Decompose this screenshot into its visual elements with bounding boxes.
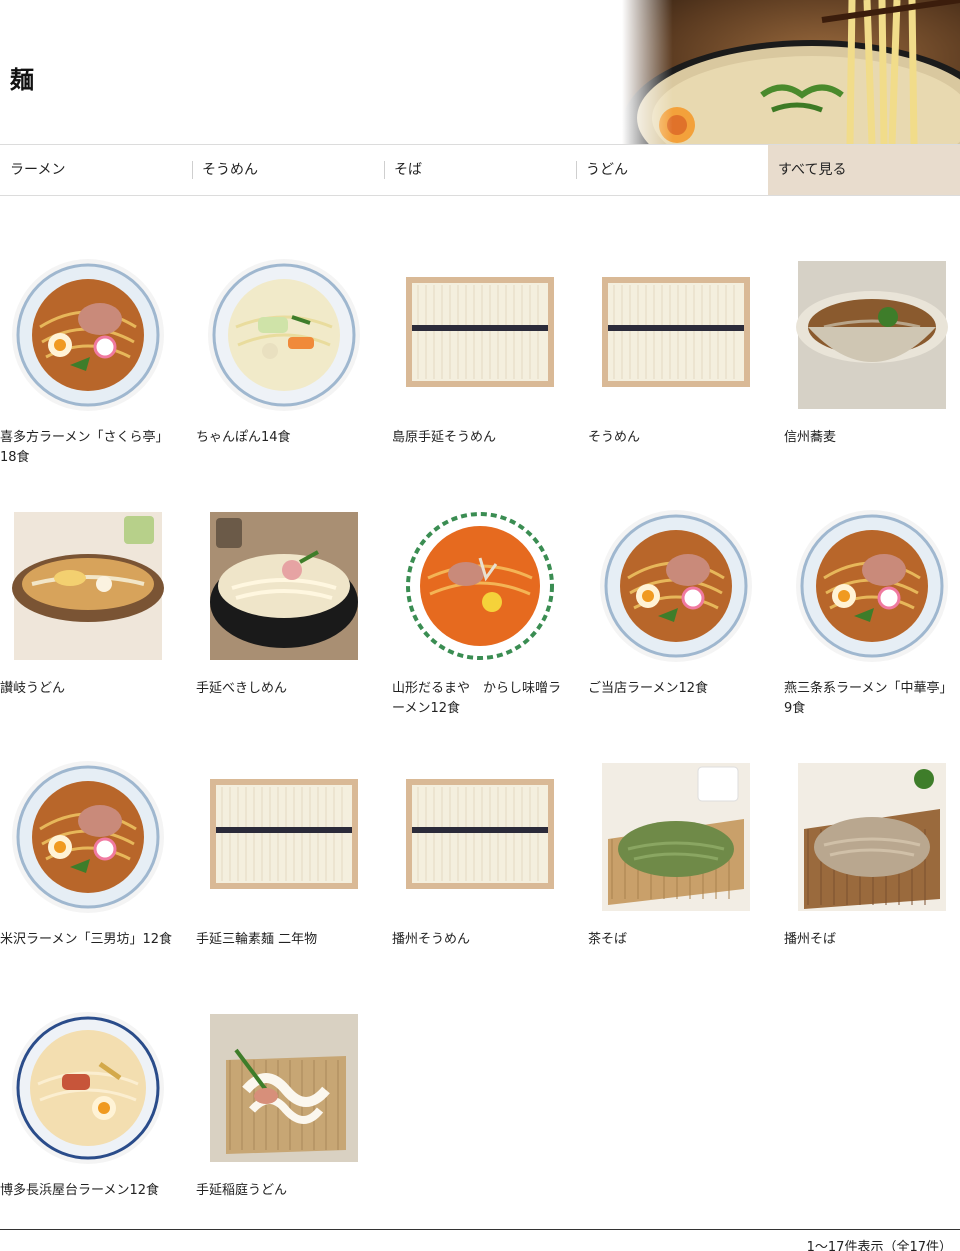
nav-item-udon[interactable]: うどん bbox=[576, 145, 768, 195]
hero-image bbox=[622, 0, 960, 144]
product-card[interactable]: 米沢ラーメン「三男坊」12食 bbox=[0, 749, 176, 950]
product-image[interactable] bbox=[392, 247, 568, 423]
product-card[interactable]: 信州蕎麦 bbox=[784, 247, 960, 448]
nav-item-all[interactable]: すべて見る bbox=[768, 145, 960, 195]
product-image[interactable] bbox=[0, 749, 176, 925]
product-title[interactable]: 手延三輪素麺 二年物 bbox=[196, 930, 372, 950]
product-card[interactable]: 讃岐うどん bbox=[0, 498, 176, 699]
product-card[interactable]: 手延べきしめん bbox=[196, 498, 372, 699]
product-card[interactable]: 島原手延そうめん bbox=[392, 247, 568, 448]
product-card[interactable]: ちゃんぽん14食 bbox=[196, 247, 372, 448]
product-image[interactable] bbox=[392, 498, 568, 674]
product-card[interactable]: 燕三条系ラーメン「中華亭」9食 bbox=[784, 498, 960, 719]
somen-box-icon bbox=[210, 779, 358, 889]
miso-ramen-bowl-icon bbox=[404, 510, 556, 662]
product-title[interactable]: 茶そば bbox=[588, 930, 764, 950]
somen-box-icon bbox=[406, 779, 554, 889]
somen-box-icon bbox=[602, 277, 750, 387]
cha-soba-icon bbox=[602, 763, 750, 911]
product-title[interactable]: 燕三条系ラーメン「中華亭」9食 bbox=[784, 679, 960, 719]
page-header: 麺 bbox=[0, 0, 960, 144]
product-card[interactable]: 山形だるまや からし味噌ラーメン12食 bbox=[392, 498, 568, 719]
product-card[interactable]: 博多長浜屋台ラーメン12食 bbox=[0, 1000, 176, 1201]
udon-bowl-icon bbox=[12, 512, 164, 660]
product-image[interactable] bbox=[196, 498, 372, 674]
product-title[interactable]: 米沢ラーメン「三男坊」12食 bbox=[0, 930, 176, 950]
product-image[interactable] bbox=[588, 247, 764, 423]
product-card[interactable]: 手延三輪素麺 二年物 bbox=[196, 749, 372, 950]
page-title: 麺 bbox=[10, 66, 34, 94]
product-image[interactable] bbox=[588, 498, 764, 674]
product-title[interactable]: ちゃんぽん14食 bbox=[196, 428, 372, 448]
ramen-hero-icon bbox=[622, 0, 960, 144]
product-image[interactable] bbox=[0, 498, 176, 674]
product-title[interactable]: 喜多方ラーメン「さくら亭」18食 bbox=[0, 428, 176, 468]
nav-item-soba[interactable]: そば bbox=[384, 145, 576, 195]
product-card[interactable]: 手延稲庭うどん bbox=[196, 1000, 372, 1201]
nav-item-ramen[interactable]: ラーメン bbox=[0, 145, 192, 195]
product-title[interactable]: 信州蕎麦 bbox=[784, 428, 960, 448]
somen-box-icon bbox=[406, 277, 554, 387]
product-image[interactable] bbox=[784, 749, 960, 925]
product-image[interactable] bbox=[0, 247, 176, 423]
product-image[interactable] bbox=[196, 1000, 372, 1176]
kishimen-bowl-icon bbox=[210, 512, 358, 660]
ramen-bowl-icon bbox=[12, 259, 164, 411]
product-image[interactable] bbox=[392, 749, 568, 925]
product-image[interactable] bbox=[588, 749, 764, 925]
product-title[interactable]: 手延べきしめん bbox=[196, 679, 372, 699]
product-card[interactable]: 喜多方ラーメン「さくら亭」18食 bbox=[0, 247, 176, 468]
inaniwa-udon-icon bbox=[210, 1014, 358, 1162]
product-image[interactable] bbox=[0, 1000, 176, 1176]
ramen-bowl-icon bbox=[600, 510, 752, 662]
product-title[interactable]: 手延稲庭うどん bbox=[196, 1181, 372, 1201]
product-title[interactable]: 讃岐うどん bbox=[0, 679, 176, 699]
product-title[interactable]: 播州そば bbox=[784, 930, 960, 950]
product-title[interactable]: ご当店ラーメン12食 bbox=[588, 679, 764, 699]
ramen-bowl-icon bbox=[796, 510, 948, 662]
product-card[interactable]: 播州そば bbox=[784, 749, 960, 950]
result-count: 1～17件表示（全17件） bbox=[806, 1240, 952, 1251]
product-title[interactable]: そうめん bbox=[588, 428, 764, 448]
soba-bowl-icon bbox=[784, 247, 960, 423]
product-title[interactable]: 島原手延そうめん bbox=[392, 428, 568, 448]
zaru-soba-icon bbox=[798, 763, 946, 911]
product-image[interactable] bbox=[196, 247, 372, 423]
ramen-bowl-icon bbox=[12, 761, 164, 913]
footer-divider bbox=[0, 1229, 960, 1230]
product-title[interactable]: 博多長浜屋台ラーメン12食 bbox=[0, 1181, 176, 1201]
product-title[interactable]: 山形だるまや からし味噌ラーメン12食 bbox=[392, 679, 568, 719]
product-image[interactable] bbox=[784, 247, 960, 423]
product-image[interactable] bbox=[196, 749, 372, 925]
product-card[interactable]: そうめん bbox=[588, 247, 764, 448]
product-card[interactable]: ご当店ラーメン12食 bbox=[588, 498, 764, 699]
product-title[interactable]: 播州そうめん bbox=[392, 930, 568, 950]
nav-item-somen[interactable]: そうめん bbox=[192, 145, 384, 195]
product-card[interactable]: 播州そうめん bbox=[392, 749, 568, 950]
product-image[interactable] bbox=[784, 498, 960, 674]
product-card[interactable]: 茶そば bbox=[588, 749, 764, 950]
category-nav: ラーメン そうめん そば うどん すべて見る bbox=[0, 144, 960, 196]
champon-bowl-icon bbox=[208, 259, 360, 411]
tonkotsu-bowl-icon bbox=[12, 1012, 164, 1164]
